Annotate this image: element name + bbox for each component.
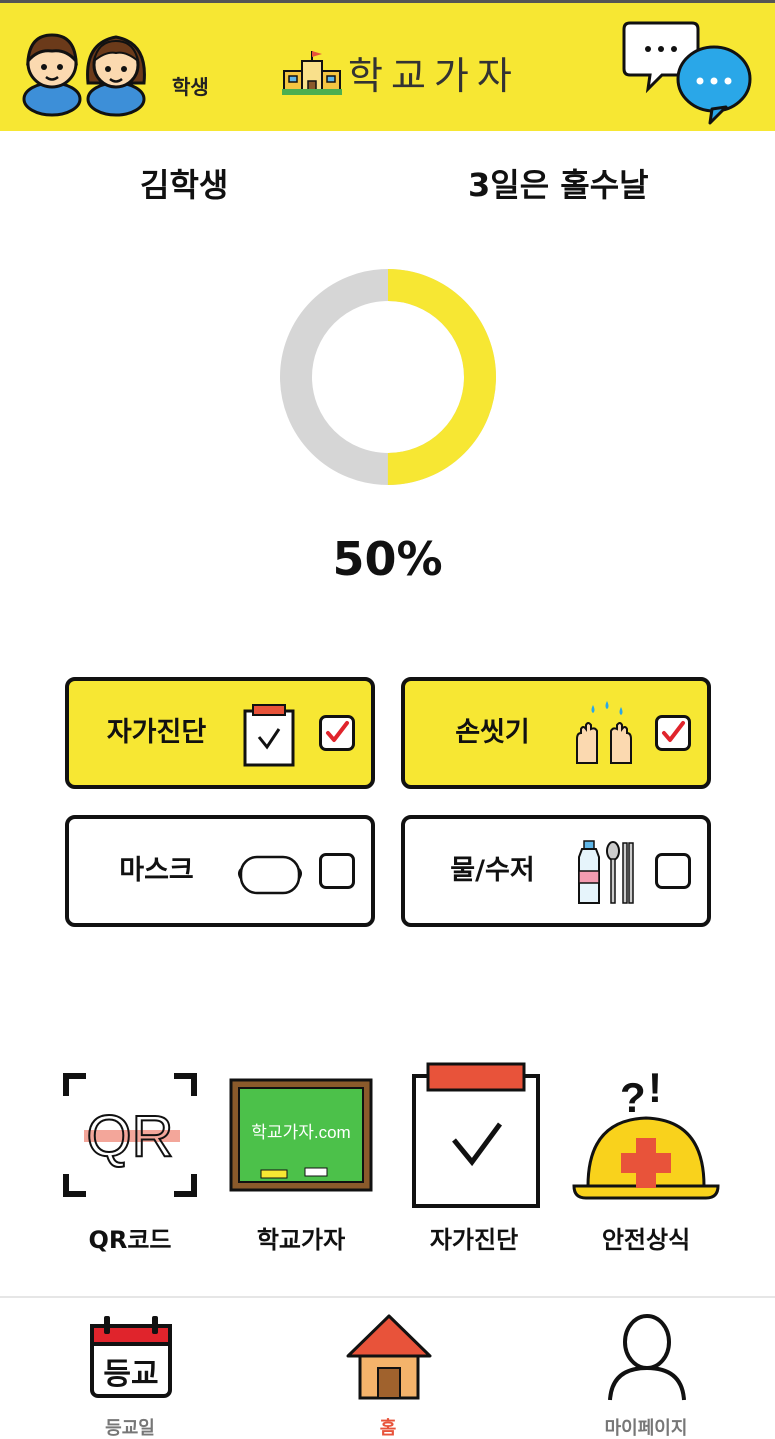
qr-code-icon: QR (63, 1073, 197, 1197)
student-info-row: 김학생 3일은 홀수날 (0, 160, 775, 210)
app-header: 학생 학교가자 (0, 0, 775, 131)
progress-ring (280, 269, 496, 485)
nav-home[interactable]: 홈 (288, 1298, 488, 1439)
checklist-card-self-diagnosis[interactable]: 자가진단 (65, 677, 375, 789)
role-indicator[interactable]: 학생 (22, 21, 212, 121)
calendar-icon: 등교 (90, 1316, 172, 1398)
chat-bubbles-icon (622, 21, 752, 125)
shortcut-qr-code[interactable]: QR QR코드 (50, 1062, 210, 1262)
shortcut-label: 안전상식 (601, 1226, 691, 1254)
clipboard-icon (243, 704, 295, 767)
nav-label: 등교일 (105, 1418, 155, 1439)
checklist-label: 손씻기 (455, 717, 530, 748)
svg-text:QR: QR (87, 1104, 174, 1169)
checklist-card-mask[interactable]: 마스크 (65, 815, 375, 927)
svg-text:?: ? (620, 1074, 646, 1121)
checkbox[interactable] (655, 853, 691, 889)
app-title: 학교가자 (348, 54, 520, 98)
checkbox[interactable] (319, 715, 355, 751)
checkbox[interactable] (655, 715, 691, 751)
house-icon (346, 1314, 432, 1400)
safety-helmet-icon: ? ! (572, 1064, 720, 1200)
attendance-day-text: 3일은 홀수날 (468, 166, 649, 204)
checklist-card-water-spoon[interactable]: 물/수저 (401, 815, 711, 927)
progress-percent: 50% (332, 532, 443, 586)
students-icon (22, 33, 146, 117)
check-mark-icon (326, 721, 349, 742)
checkbox[interactable] (319, 853, 355, 889)
chalkboard-icon: 학교가자.com (229, 1078, 373, 1192)
checklist-label: 자가진단 (106, 717, 207, 748)
bottom-navigation: 등교 등교일 홈 마이페이지 (0, 1296, 775, 1439)
school-building-icon (282, 51, 342, 95)
clipboard-check-icon (412, 1062, 540, 1208)
chat-button[interactable] (622, 17, 762, 127)
app-brand: 학교가자 (282, 43, 552, 99)
svg-text:학교가자.com: 학교가자.com (251, 1123, 350, 1142)
nav-attendance-days[interactable]: 등교 등교일 (30, 1298, 230, 1439)
nav-label: 마이페이지 (604, 1418, 688, 1439)
shortcut-safety-tips[interactable]: ? ! 안전상식 (566, 1062, 726, 1262)
student-name: 김학생 (140, 166, 229, 204)
checklist-card-handwashing[interactable]: 손씻기 (401, 677, 711, 789)
nav-my-page[interactable]: 마이페이지 (546, 1298, 746, 1439)
checklist-label: 물/수저 (450, 855, 535, 886)
shortcut-label: 학교가자 (256, 1226, 346, 1254)
svg-text:등교: 등교 (103, 1357, 158, 1392)
shortcut-school[interactable]: 학교가자.com 학교가자 (221, 1062, 381, 1262)
shortcut-self-diagnosis[interactable]: 자가진단 (394, 1062, 554, 1262)
washing-hands-icon (576, 701, 632, 764)
nav-label: 홈 (379, 1418, 397, 1439)
shortcut-label: 자가진단 (429, 1226, 519, 1254)
shortcut-label: QR코드 (88, 1226, 172, 1254)
mask-icon (238, 855, 302, 895)
check-mark-icon (662, 721, 685, 742)
checklist-label: 마스크 (119, 855, 194, 886)
person-icon (608, 1314, 686, 1401)
water-bottle-spoon-icon (578, 840, 634, 904)
role-label: 학생 (172, 75, 209, 99)
svg-text:!: ! (648, 1064, 662, 1111)
